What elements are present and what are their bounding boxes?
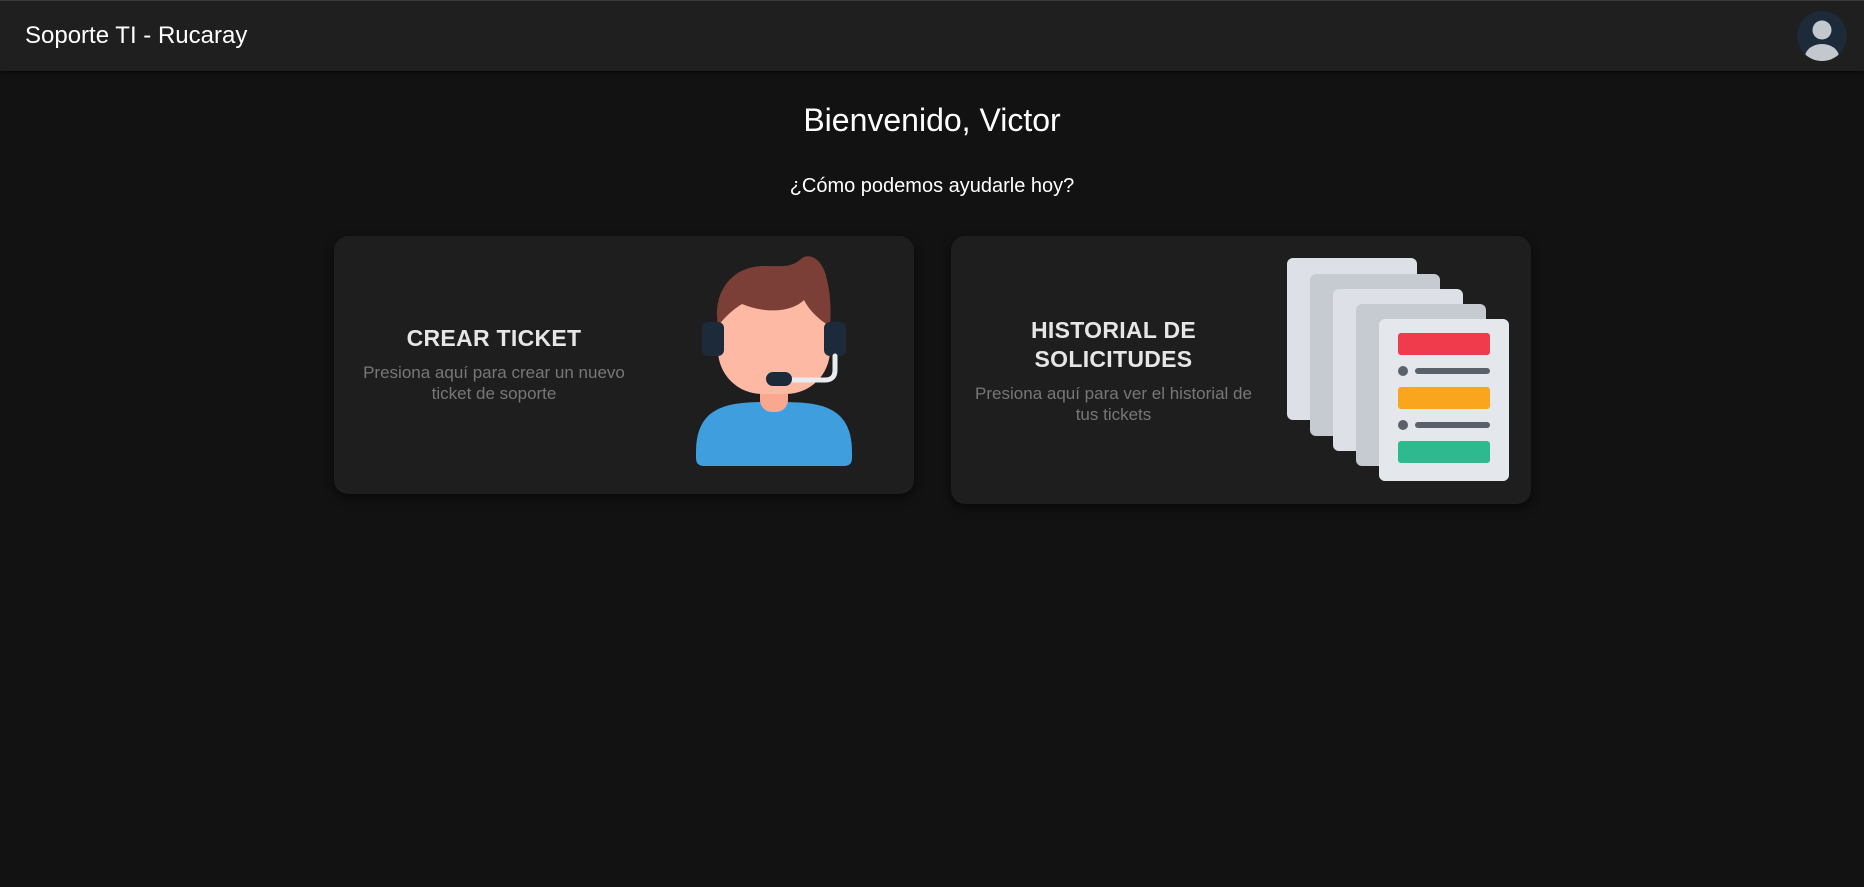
app-title: Soporte TI - Rucaray [25,22,248,49]
request-history-title: HISTORIAL DE SOLICITUDES [1030,317,1197,372]
request-history-card[interactable]: HISTORIAL DE SOLICITUDES Presiona aquí p… [951,236,1531,504]
create-ticket-text: CREAR TICKET Presiona aquí para crear un… [354,324,634,404]
create-ticket-card[interactable]: CREAR TICKET Presiona aquí para crear un… [334,236,914,494]
user-avatar-icon[interactable] [1797,11,1847,61]
request-history-description: Presiona aquí para ver el historial de t… [975,384,1252,424]
create-ticket-description: Presiona aquí para crear un nuevo ticket… [363,363,625,403]
top-app-bar: Soporte TI - Rucaray [0,0,1864,71]
documents-history-icon [1281,258,1511,488]
help-subtitle: ¿Cómo podemos ayudarle hoy? [789,175,1075,197]
request-history-text: HISTORIAL DE SOLICITUDES Presiona aquí p… [971,316,1256,425]
welcome-heading: Bienvenido, Victor [803,102,1061,138]
create-ticket-title: CREAR TICKET [406,325,582,351]
support-agent-icon [694,252,854,472]
